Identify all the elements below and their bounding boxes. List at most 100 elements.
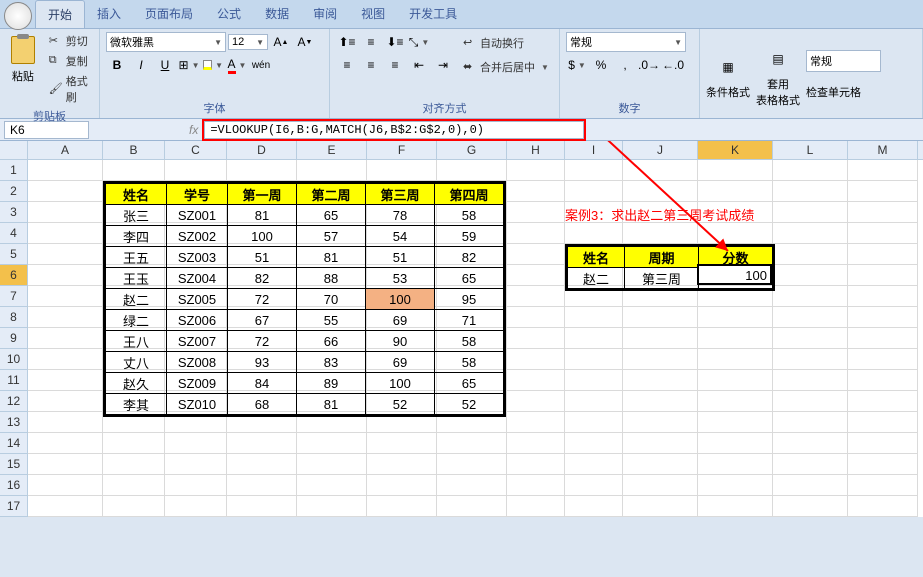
align-top-button[interactable]: ⬆≡ — [336, 32, 358, 52]
cells-area[interactable]: 姓名学号第一周第二周第三周第四周张三SZ00181657858李四SZ00210… — [28, 160, 918, 517]
row-header-17[interactable]: 17 — [0, 496, 28, 517]
row-header-15[interactable]: 15 — [0, 454, 28, 475]
col-header-C[interactable]: C — [165, 141, 227, 159]
tab-7[interactable]: 开发工具 — [397, 0, 469, 28]
increase-decimal-button[interactable]: .0→ — [638, 55, 660, 75]
row-header-7[interactable]: 7 — [0, 286, 28, 307]
align-left-button[interactable]: ≡ — [336, 55, 358, 75]
col-header-J[interactable]: J — [623, 141, 698, 159]
chevron-down-icon: ▼ — [214, 38, 222, 47]
tab-3[interactable]: 公式 — [205, 0, 253, 28]
fx-icon[interactable]: fx — [183, 123, 204, 137]
brush-icon: 🖌 — [49, 82, 63, 96]
select-all-corner[interactable] — [0, 141, 28, 159]
cell-styles-label[interactable]: 检查单元格 — [806, 84, 881, 100]
table-format-icon: ▤ — [761, 42, 795, 76]
align-middle-button[interactable]: ≡ — [360, 32, 382, 52]
row-header-9[interactable]: 9 — [0, 328, 28, 349]
font-size-combo[interactable]: 12▼ — [228, 34, 268, 50]
col-header-G[interactable]: G — [437, 141, 507, 159]
row-header-6[interactable]: 6 — [0, 265, 28, 286]
copy-icon: ⧉ — [49, 54, 63, 68]
group-clipboard: 粘贴 ✂剪切 ⧉复制 🖌格式刷 剪贴板 — [0, 29, 100, 118]
table-format-button[interactable]: ▤ 套用 表格格式 — [756, 42, 800, 108]
row-header-5[interactable]: 5 — [0, 244, 28, 265]
tab-6[interactable]: 视图 — [349, 0, 397, 28]
row-header-13[interactable]: 13 — [0, 412, 28, 433]
row-header-2[interactable]: 2 — [0, 181, 28, 202]
row-header-14[interactable]: 14 — [0, 433, 28, 454]
tab-4[interactable]: 数据 — [253, 0, 301, 28]
increase-indent-button[interactable]: ⇥ — [432, 55, 454, 75]
col-header-A[interactable]: A — [28, 141, 103, 159]
format-painter-button[interactable]: 🖌格式刷 — [46, 72, 93, 106]
col-header-I[interactable]: I — [565, 141, 623, 159]
comma-button[interactable]: , — [614, 55, 636, 75]
cut-button[interactable]: ✂剪切 — [46, 32, 93, 50]
fill-color-button[interactable]: ▼ — [202, 55, 224, 75]
row-header-4[interactable]: 4 — [0, 223, 28, 244]
paste-icon[interactable] — [7, 32, 39, 68]
merge-center-button[interactable]: ⬌合并后居中▼ — [460, 58, 552, 76]
copy-button[interactable]: ⧉复制 — [46, 52, 93, 70]
number-format-combo[interactable]: 常规▼ — [566, 32, 686, 52]
merge-icon: ⬌ — [463, 60, 477, 74]
decrease-indent-button[interactable]: ⇤ — [408, 55, 430, 75]
group-label-clipboard: 剪贴板 — [6, 106, 93, 126]
row-header-12[interactable]: 12 — [0, 391, 28, 412]
row-headers: 1234567891011121314151617 — [0, 160, 28, 517]
chevron-down-icon: ▼ — [256, 38, 264, 47]
ribbon-tabs: 开始插入页面布局公式数据审阅视图开发工具 — [0, 0, 923, 29]
percent-button[interactable]: % — [590, 55, 612, 75]
align-right-button[interactable]: ≡ — [384, 55, 406, 75]
row-header-11[interactable]: 11 — [0, 370, 28, 391]
col-header-L[interactable]: L — [773, 141, 848, 159]
col-header-D[interactable]: D — [227, 141, 297, 159]
row-header-10[interactable]: 10 — [0, 349, 28, 370]
row-header-3[interactable]: 3 — [0, 202, 28, 223]
selected-cell[interactable]: 100 — [697, 264, 772, 285]
tab-5[interactable]: 审阅 — [301, 0, 349, 28]
tab-0[interactable]: 开始 — [35, 0, 85, 28]
main-data-table: 姓名学号第一周第二周第三周第四周张三SZ00181657858李四SZ00210… — [103, 181, 506, 417]
underline-button[interactable]: U — [154, 55, 176, 75]
tab-1[interactable]: 插入 — [85, 0, 133, 28]
paste-label[interactable]: 粘贴 — [12, 68, 34, 84]
office-button[interactable] — [4, 2, 32, 30]
row-header-8[interactable]: 8 — [0, 307, 28, 328]
tab-2[interactable]: 页面布局 — [133, 0, 205, 28]
decrease-decimal-button[interactable]: ←.0 — [662, 55, 684, 75]
group-label-font: 字体 — [106, 98, 323, 118]
font-color-button[interactable]: A▼ — [226, 55, 248, 75]
formula-bar-row: K6 fx =VLOOKUP(I6,B:G,MATCH(J6,B$2:G$2,0… — [0, 119, 923, 141]
currency-button[interactable]: $▼ — [566, 55, 588, 75]
col-header-E[interactable]: E — [297, 141, 367, 159]
col-header-F[interactable]: F — [367, 141, 437, 159]
col-header-B[interactable]: B — [103, 141, 165, 159]
group-alignment: ⬆≡ ≡ ⬇≡ ⤡▼ ≡ ≡ ≡ ⇤ ⇥ ↩自动换行 ⬌合并后居中▼ 对齐方式 — [330, 29, 560, 118]
align-bottom-button[interactable]: ⬇≡ — [384, 32, 406, 52]
group-label-alignment: 对齐方式 — [336, 98, 553, 118]
decrease-font-button[interactable]: A▼ — [294, 32, 316, 52]
row-header-1[interactable]: 1 — [0, 160, 28, 181]
conditional-format-button[interactable]: ▦ 条件格式 — [706, 50, 750, 100]
row-header-16[interactable]: 16 — [0, 475, 28, 496]
cell-style-combo[interactable]: 常规 — [806, 50, 881, 72]
col-header-H[interactable]: H — [507, 141, 565, 159]
increase-font-button[interactable]: A▲ — [270, 32, 292, 52]
cond-format-icon: ▦ — [711, 50, 745, 84]
annotation-text: 案例3：求出赵二第三周考试成绩 — [565, 205, 754, 224]
wrap-text-button[interactable]: ↩自动换行 — [460, 34, 552, 52]
worksheet[interactable]: ABCDEFGHIJKLM 1234567891011121314151617 … — [0, 141, 923, 517]
font-name-combo[interactable]: 微软雅黑▼ — [106, 32, 226, 52]
col-header-K[interactable]: K — [698, 141, 773, 159]
border-button[interactable]: ⊞▼ — [178, 55, 200, 75]
column-headers: ABCDEFGHIJKLM — [0, 141, 923, 160]
phonetic-button[interactable]: wén — [250, 55, 272, 75]
italic-button[interactable]: I — [130, 55, 152, 75]
align-center-button[interactable]: ≡ — [360, 55, 382, 75]
col-header-M[interactable]: M — [848, 141, 918, 159]
bold-button[interactable]: B — [106, 55, 128, 75]
orientation-button[interactable]: ⤡▼ — [408, 32, 430, 52]
formula-bar[interactable]: =VLOOKUP(I6,B:G,MATCH(J6,B$2:G$2,0),0) — [204, 121, 584, 139]
